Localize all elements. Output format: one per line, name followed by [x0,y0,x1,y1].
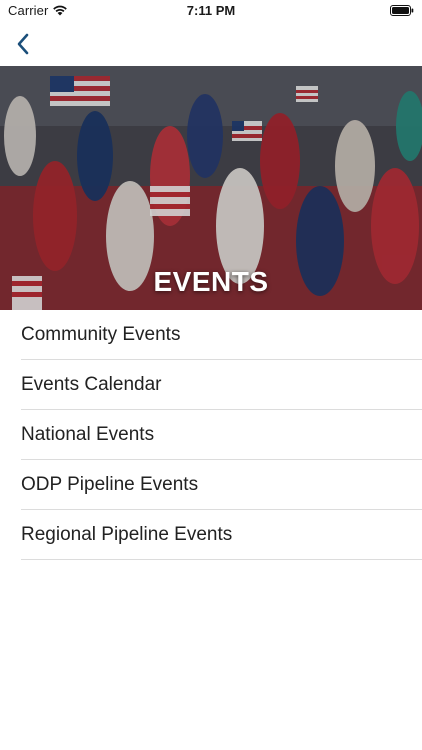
chevron-left-icon [17,33,29,55]
events-menu: Community Events Events Calendar Nationa… [0,310,422,560]
status-bar: Carrier 7:11 PM [0,0,422,22]
menu-item-odp-pipeline-events[interactable]: ODP Pipeline Events [0,460,422,510]
hero-title: EVENTS [153,266,269,297]
back-button[interactable] [8,28,38,60]
navigation-bar [0,22,422,66]
menu-item-events-calendar[interactable]: Events Calendar [0,360,422,410]
menu-item-national-events[interactable]: National Events [0,410,422,460]
battery-icon [390,5,414,16]
clock: 7:11 PM [186,3,236,18]
menu-item-community-events[interactable]: Community Events [0,310,422,360]
menu-item-regional-pipeline-events[interactable]: Regional Pipeline Events [0,510,422,560]
hero-banner: EVENTS [0,66,422,310]
